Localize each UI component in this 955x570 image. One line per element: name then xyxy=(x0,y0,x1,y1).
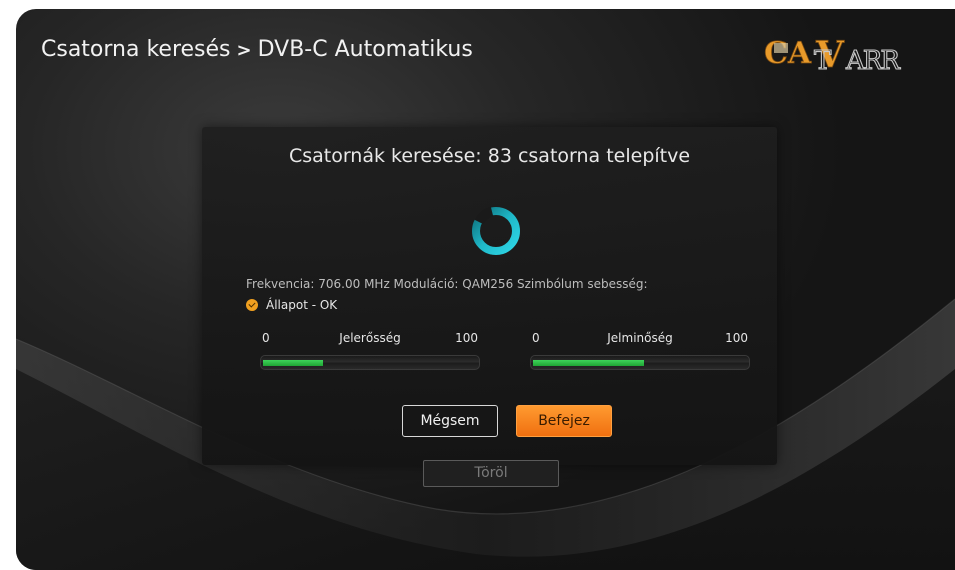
quality-label: Jelminőség xyxy=(607,331,673,345)
tv-screen: Csatorna keresés > DVB-C Automatikus CA V … xyxy=(16,9,955,570)
catv-arr-logo: CA V T ARR xyxy=(764,34,904,73)
signal-strength-meter: 0 Jelerősség 100 xyxy=(260,331,480,371)
channel-scan-dialog: Csatornák keresése: 83 csatorna telepítv… xyxy=(202,127,777,465)
svg-text:ARR: ARR xyxy=(845,46,901,73)
svg-text:T: T xyxy=(814,46,832,73)
status-row: Állapot - OK xyxy=(246,298,337,312)
quality-track xyxy=(530,355,750,370)
status-text: Állapot - OK xyxy=(266,298,338,312)
delete-button[interactable]: Töröl xyxy=(423,460,559,487)
signal-track xyxy=(260,355,480,370)
cancel-button[interactable]: Mégsem xyxy=(402,405,498,437)
finish-button[interactable]: Befejez xyxy=(516,405,612,437)
loading-spinner-icon xyxy=(472,206,520,255)
checkmark-circle-icon xyxy=(246,299,258,311)
svg-text:CA: CA xyxy=(764,36,812,71)
signal-max: 100 xyxy=(455,331,478,345)
breadcrumb: Csatorna keresés > DVB-C Automatikus xyxy=(41,37,473,62)
breadcrumb-subsection: DVB-C Automatikus xyxy=(257,37,473,62)
dialog-title: Csatornák keresése: 83 csatorna telepítv… xyxy=(288,145,691,167)
breadcrumb-separator: > xyxy=(236,40,252,61)
signal-fill xyxy=(263,360,323,366)
signal-quality-meter: 0 Jelminőség 100 xyxy=(530,331,750,371)
signal-label: Jelerősség xyxy=(339,331,401,345)
breadcrumb-section: Csatorna keresés xyxy=(41,37,231,62)
tuner-info: Frekvencia: 706.00 MHz Moduláció: QAM256… xyxy=(246,277,648,291)
quality-fill xyxy=(533,360,644,366)
quality-max: 100 xyxy=(725,331,748,345)
